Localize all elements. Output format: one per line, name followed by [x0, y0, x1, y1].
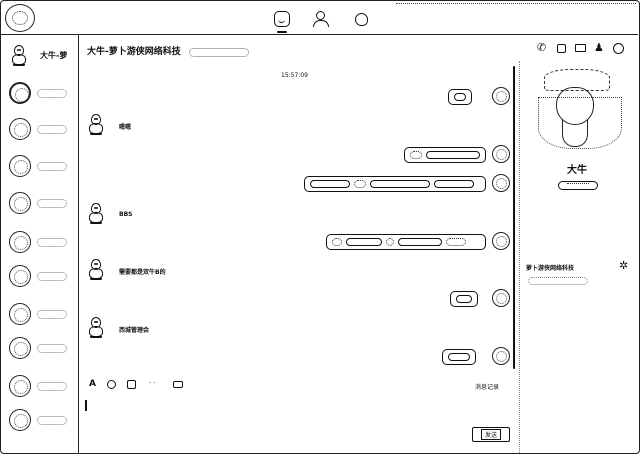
contacts-icon[interactable]: [312, 11, 329, 27]
avatar: [9, 118, 31, 140]
top-bar: [1, 1, 638, 35]
avatar: [492, 347, 510, 365]
outgoing-message[interactable]: [448, 87, 512, 107]
conversation-item[interactable]: [9, 265, 73, 291]
conversation-item[interactable]: [9, 303, 73, 329]
avatar: [492, 145, 510, 163]
message-bubble: [326, 234, 486, 250]
avatar: [9, 231, 31, 253]
message-bubble: [448, 89, 472, 105]
conversation-item[interactable]: [9, 155, 73, 181]
penguin-avatar-icon: [87, 203, 105, 225]
chat-window: 大牛-萝 大牛-萝卜游侠网络科技 15:57:09 嗯嗯: [0, 0, 640, 454]
conversation-preview: [37, 416, 67, 425]
conversation-preview: [37, 344, 67, 353]
add-user-icon[interactable]: [594, 41, 605, 54]
conversation-preview: [37, 162, 67, 171]
message-input[interactable]: [85, 400, 87, 411]
avatar: [9, 265, 31, 287]
conversation-sidebar: 大牛-萝: [1, 35, 79, 453]
profile-panel: [519, 61, 637, 453]
avatar: [9, 337, 31, 359]
outgoing-message[interactable]: [404, 145, 512, 165]
active-tab-indicator: [277, 31, 287, 33]
send-button[interactable]: 发送: [472, 427, 510, 442]
avatar: [492, 232, 510, 250]
send-button-label: 发送: [480, 429, 501, 440]
message-timestamp: 15:57:09: [281, 72, 308, 79]
message-history-link[interactable]: 消息记录: [475, 382, 499, 391]
conversation-preview: [37, 382, 67, 391]
message-bubble: [450, 291, 478, 307]
chat-status-badge: [188, 47, 249, 57]
penguin-avatar-icon: [10, 45, 30, 66]
avatar: [9, 82, 31, 104]
header-decoration: [396, 3, 636, 31]
conversation-item[interactable]: [9, 337, 73, 363]
more-icon[interactable]: [613, 43, 624, 54]
conversation-item[interactable]: [9, 231, 73, 257]
avatar: [492, 174, 510, 192]
penguin-avatar-icon: [87, 259, 105, 281]
penguin-avatar-icon: [87, 317, 105, 339]
chat-header: 大牛-萝卜游侠网络科技: [87, 44, 249, 58]
profile-group-detail: [528, 277, 588, 285]
avatar: [9, 192, 31, 214]
message-text: 西城管理会: [119, 327, 150, 334]
conversation-item[interactable]: [9, 409, 73, 435]
conversation-item[interactable]: [9, 118, 73, 144]
profile-level-badge: [558, 181, 598, 190]
conversation-preview: [37, 89, 67, 98]
image-icon[interactable]: [127, 380, 136, 389]
avatar: [9, 375, 31, 397]
profile-name: 大牛: [567, 165, 587, 176]
penguin-avatar-icon: [87, 114, 105, 136]
phone-icon[interactable]: [537, 41, 548, 54]
panel-scrollbar[interactable]: [513, 66, 515, 369]
sidebar-user-name: 大牛-萝: [40, 51, 68, 60]
font-icon[interactable]: A: [89, 379, 96, 389]
spaces-icon[interactable]: [353, 11, 369, 27]
video-icon[interactable]: [557, 44, 566, 53]
chat-icon[interactable]: [274, 11, 290, 27]
app-logo-icon[interactable]: [5, 4, 35, 32]
chat-title: 大牛-萝卜游侠网络科技: [87, 47, 181, 57]
outgoing-message[interactable]: [442, 347, 512, 367]
conversation-preview: [37, 125, 67, 134]
profile-group-label: 萝卜游侠网络科技: [526, 265, 575, 272]
outgoing-message[interactable]: [326, 232, 512, 252]
message-bubble: [304, 176, 486, 192]
message-text: 嗯嗯: [119, 124, 132, 131]
message-bubble: [442, 349, 476, 365]
screen-share-icon[interactable]: [575, 44, 586, 52]
avatar: [492, 289, 510, 307]
avatar: [9, 409, 31, 431]
conversation-item[interactable]: [9, 375, 73, 401]
outgoing-message[interactable]: [304, 174, 512, 194]
avatar: [492, 87, 510, 105]
message-text: 需要都是双牛B的: [119, 269, 166, 276]
avatar: [9, 303, 31, 325]
avatar: [9, 155, 31, 177]
message-bubble: [404, 147, 486, 163]
message-text: BBS: [119, 211, 133, 218]
conversation-preview: [37, 238, 67, 247]
group-settings-icon[interactable]: ✲: [619, 259, 628, 272]
folder-icon[interactable]: [173, 381, 183, 388]
conversation-preview: [37, 272, 67, 281]
emoji-icon[interactable]: [107, 380, 116, 389]
chat-toolbar: [537, 41, 637, 57]
conversation-item[interactable]: [9, 192, 73, 218]
composer-toolbar: A · ·: [87, 379, 197, 391]
conversation-preview: [37, 199, 67, 208]
outgoing-message[interactable]: [450, 289, 512, 309]
file-icon[interactable]: · ·: [149, 379, 156, 387]
conversation-preview: [37, 310, 67, 319]
conversation-item[interactable]: [9, 82, 73, 108]
